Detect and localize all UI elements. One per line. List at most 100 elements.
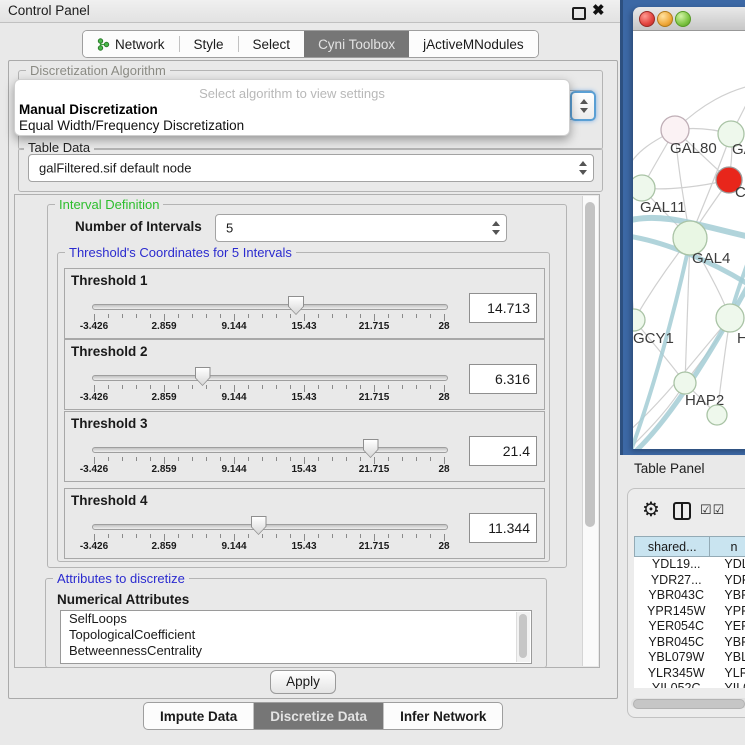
cell-shared-name: YBL079W [634,650,718,666]
close-icon[interactable]: ✖ [592,1,605,19]
threshold-label: Threshold 3 [71,416,148,431]
float-window-icon[interactable] [572,7,586,20]
network-icon [97,38,110,51]
vertical-scrollbar[interactable] [582,196,598,666]
tab-discretize-data[interactable]: Discretize Data [254,703,384,729]
checkbox-icons[interactable]: ☑☑ [700,502,725,518]
slider-thumb[interactable] [251,516,267,535]
threshold-slider-track[interactable] [92,304,448,310]
threshold-slider-track[interactable] [92,447,448,453]
tab-network[interactable]: Network [83,31,179,57]
tab-jactivemnodules[interactable]: jActiveMNodules [409,31,538,57]
network-canvas[interactable]: GAL80GACGAL11GAL4GCY1HHAP2 [633,31,745,449]
table-data-combo[interactable]: galFiltered.sif default node [28,154,594,182]
scrollbar-thumb[interactable] [633,699,745,709]
table-row[interactable]: YBL079W YBL0 [634,650,745,666]
slider-tick-label: 9.144 [221,392,246,403]
threshold-slider-track[interactable] [92,375,448,381]
slider-tick-label: 15.43 [291,464,316,475]
algorithm-combo-spinner[interactable] [570,91,596,121]
slider-tick-label: -3.426 [80,321,108,332]
tab-style[interactable]: Style [180,31,238,57]
slider-tick-label: 2.859 [151,464,176,475]
network-node[interactable] [674,372,696,394]
cell-shared-name: YIL052C [634,681,718,688]
split-columns-icon[interactable] [673,502,691,520]
tab-select[interactable]: Select [239,31,305,57]
table-row[interactable]: YLR345W YLR3 [634,666,745,682]
cell-name: YIL0 [718,681,745,688]
minimize-traffic-light[interactable] [657,11,673,27]
threshold-value-field[interactable]: 11.344 [469,513,537,543]
attribute-list-item[interactable]: BetweennessCentrality [61,643,531,659]
threshold-label: Threshold 1 [71,273,148,288]
cell-shared-name: YDL19... [634,557,718,573]
threshold-slider-track[interactable] [92,524,448,530]
cell-name: YBR0 [718,588,745,604]
network-node[interactable] [633,309,645,331]
slider-tick-label: 28 [438,464,449,475]
list-scrollbar[interactable] [516,612,530,662]
scrollbar-thumb[interactable] [519,614,527,658]
popup-item-equal-width[interactable]: Equal Width/Frequency Discretization [19,118,244,133]
table-row[interactable]: YBR043C YBR0 [634,588,745,604]
tab-infer-network[interactable]: Infer Network [384,703,502,729]
cell-shared-name: YPR145W [634,604,718,620]
numerical-attributes-list[interactable]: SelfLoopsTopologicalCoefficientBetweenne… [60,610,532,664]
table-row[interactable]: YDL19... YDL1 [634,557,745,573]
attribute-list-item[interactable]: SelfLoops [61,611,531,627]
table-row[interactable]: YIL052C YIL0 [634,681,745,688]
slider-thumb[interactable] [288,296,304,315]
slider-tick-label: 28 [438,392,449,403]
slider-thumb[interactable] [195,367,211,386]
gear-icon[interactable]: ⚙ [642,497,660,522]
column-header[interactable]: shared... [634,536,710,557]
number-of-intervals-combo[interactable]: 5 [215,214,507,242]
bottom-tabbar: Impute Data Discretize Data Infer Networ… [143,702,503,730]
network-node[interactable] [633,175,655,201]
slider-tick-label: 15.43 [291,541,316,552]
scrollbar-thumb[interactable] [585,202,595,527]
slider-tick-label: 15.43 [291,321,316,332]
screen: Control Panel ✖ Network Style Select Cyn… [0,0,745,745]
table-row[interactable]: YPR145W YPR1 [634,604,745,620]
slider-tick-label: -3.426 [80,541,108,552]
threshold-label: Threshold 2 [71,344,148,359]
cell-name: YER0 [718,619,745,635]
cell-shared-name: YBR043C [634,588,718,604]
slider-thumb[interactable] [363,439,379,458]
attributes-group-title: Attributes to discretize [53,571,189,586]
cell-name: YPR1 [718,604,745,620]
thresholds-group: Threshold 1 -3.4262.8599.14415.4321.7152… [57,252,550,562]
tab-cyni-toolbox[interactable]: Cyni Toolbox [304,31,409,57]
node-label: GCY1 [633,330,674,347]
close-traffic-light[interactable] [639,11,655,27]
slider-tick-label: 2.859 [151,321,176,332]
network-node[interactable] [716,304,744,332]
horizontal-scrollbar[interactable] [631,698,745,708]
node-label: GAL11 [640,199,686,216]
network-view-window[interactable]: GAL80GACGAL11GAL4GCY1HHAP2 [633,7,745,449]
table-row[interactable]: YBR045C YBR0 [634,635,745,651]
table-row[interactable]: YDR27... YDR2 [634,573,745,589]
threshold-panel: Threshold 2 -3.4262.8599.14415.4321.7152… [64,339,545,410]
network-node[interactable] [707,405,727,425]
node-label: GA [732,141,745,158]
slider-tick-label: -3.426 [80,464,108,475]
slider-tick-label: 2.859 [151,541,176,552]
apply-button[interactable]: Apply [270,670,336,694]
threshold-value-field[interactable]: 21.4 [469,436,537,466]
tab-impute-data[interactable]: Impute Data [144,703,254,729]
table-row[interactable]: YER054C YER0 [634,619,745,635]
threshold-value-field[interactable]: 14.713 [469,293,537,323]
popup-item-manual-discretization[interactable]: Manual Discretization [19,102,158,117]
zoom-traffic-light[interactable] [675,11,691,27]
column-header[interactable]: n [710,536,745,557]
slider-tick-label: 28 [438,321,449,332]
threshold-value-field[interactable]: 6.316 [469,364,537,394]
attribute-list-item[interactable]: TopologicalCoefficient [61,627,531,643]
network-window-titlebar[interactable] [633,7,745,31]
algorithm-placeholder: Select algorithm to view settings [15,86,569,101]
numerical-attributes-label: Numerical Attributes [57,592,189,607]
table-panel-title: Table Panel [634,461,705,476]
